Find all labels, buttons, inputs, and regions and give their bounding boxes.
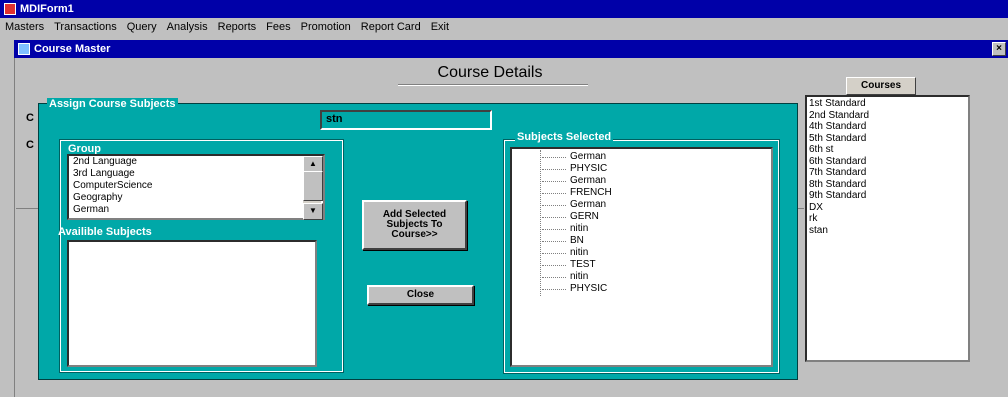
course-item[interactable]: 8th Standard xyxy=(809,179,966,191)
tree-node[interactable]: PHYSIC xyxy=(512,283,771,295)
course-name-field[interactable]: stn xyxy=(320,110,492,130)
add-subjects-button[interactable]: Add Selected Subjects To Course>> xyxy=(362,200,467,250)
tree-node[interactable]: German xyxy=(512,175,771,187)
side-label-1: C xyxy=(26,112,34,124)
tree-node[interactable]: German xyxy=(512,199,771,211)
course-item[interactable]: 7th Standard xyxy=(809,167,966,179)
menu-analysis[interactable]: Analysis xyxy=(162,18,213,36)
course-item[interactable]: 6th Standard xyxy=(809,156,966,168)
courses-list[interactable]: 1st Standard 2nd Standard 4th Standard 5… xyxy=(805,95,970,362)
available-subjects-list[interactable] xyxy=(67,240,317,367)
tree-node[interactable]: GERN xyxy=(512,211,771,223)
divider-right xyxy=(798,208,804,209)
tree-node[interactable]: nitin xyxy=(512,223,771,235)
subjects-selected-label: Subjects Selected xyxy=(515,131,614,143)
tree-connector-line xyxy=(540,150,541,296)
assign-subjects-title: Assign Course Subjects xyxy=(47,98,178,110)
course-item[interactable]: 1st Standard xyxy=(809,98,966,110)
course-item[interactable]: stan xyxy=(809,225,966,237)
menu-query[interactable]: Query xyxy=(122,18,162,36)
child-title-bar[interactable]: Course Master × xyxy=(14,40,1008,58)
course-item[interactable]: 5th Standard xyxy=(809,133,966,145)
group-item[interactable]: German xyxy=(69,204,323,216)
tree-node[interactable]: nitin xyxy=(512,271,771,283)
mdi-title-bar[interactable]: MDIForm1 xyxy=(0,0,1008,18)
scroll-thumb[interactable] xyxy=(303,171,323,201)
course-item[interactable]: 9th Standard xyxy=(809,190,966,202)
courses-header[interactable]: Courses xyxy=(846,77,916,95)
title-divider xyxy=(398,84,588,86)
group-item[interactable]: 2nd Language xyxy=(69,156,323,168)
tree-node[interactable]: TEST xyxy=(512,259,771,271)
page-title: Course Details xyxy=(437,64,543,81)
scroll-down-icon[interactable]: ▼ xyxy=(303,203,323,220)
group-item[interactable]: Geography xyxy=(69,192,323,204)
window-icon xyxy=(18,43,30,56)
menu-fees[interactable]: Fees xyxy=(261,18,295,36)
tree-node[interactable]: nitin xyxy=(512,247,771,259)
group-scrollbar[interactable]: ▲ ▼ xyxy=(303,156,323,220)
app-icon xyxy=(4,3,16,16)
course-item[interactable]: 6th st xyxy=(809,144,966,156)
close-icon[interactable]: × xyxy=(992,42,1006,56)
child-title-text: Course Master xyxy=(34,43,111,55)
available-subjects-label: Availible Subjects xyxy=(58,226,152,238)
tree-node[interactable]: German xyxy=(512,151,771,163)
mdi-title-text: MDIForm1 xyxy=(20,3,74,15)
group-list[interactable]: 2nd Language 3rd Language ComputerScienc… xyxy=(67,154,325,220)
divider-left xyxy=(16,208,38,209)
course-item[interactable]: 4th Standard xyxy=(809,121,966,133)
group-item[interactable]: 3rd Language xyxy=(69,168,323,180)
course-item[interactable]: DX xyxy=(809,202,966,214)
group-item[interactable]: ComputerScience xyxy=(69,180,323,192)
menu-report-card[interactable]: Report Card xyxy=(356,18,426,36)
course-item[interactable]: rk xyxy=(809,213,966,225)
course-item[interactable]: 2nd Standard xyxy=(809,110,966,122)
tree-node[interactable]: PHYSIC xyxy=(512,163,771,175)
menu-exit[interactable]: Exit xyxy=(426,18,454,36)
tree-node[interactable]: FRENCH xyxy=(512,187,771,199)
menu-masters[interactable]: Masters xyxy=(0,18,49,36)
menu-bar: Masters Transactions Query Analysis Reports F… xyxy=(0,18,1008,36)
side-label-2: C xyxy=(26,139,34,151)
subjects-selected-tree[interactable]: German PHYSIC German FRENCH German GERN … xyxy=(510,147,773,367)
menu-reports[interactable]: Reports xyxy=(213,18,262,36)
close-button[interactable]: Close xyxy=(367,285,474,305)
tree-node[interactable]: BN xyxy=(512,235,771,247)
menu-promotion[interactable]: Promotion xyxy=(296,18,356,36)
menu-transactions[interactable]: Transactions xyxy=(49,18,122,36)
